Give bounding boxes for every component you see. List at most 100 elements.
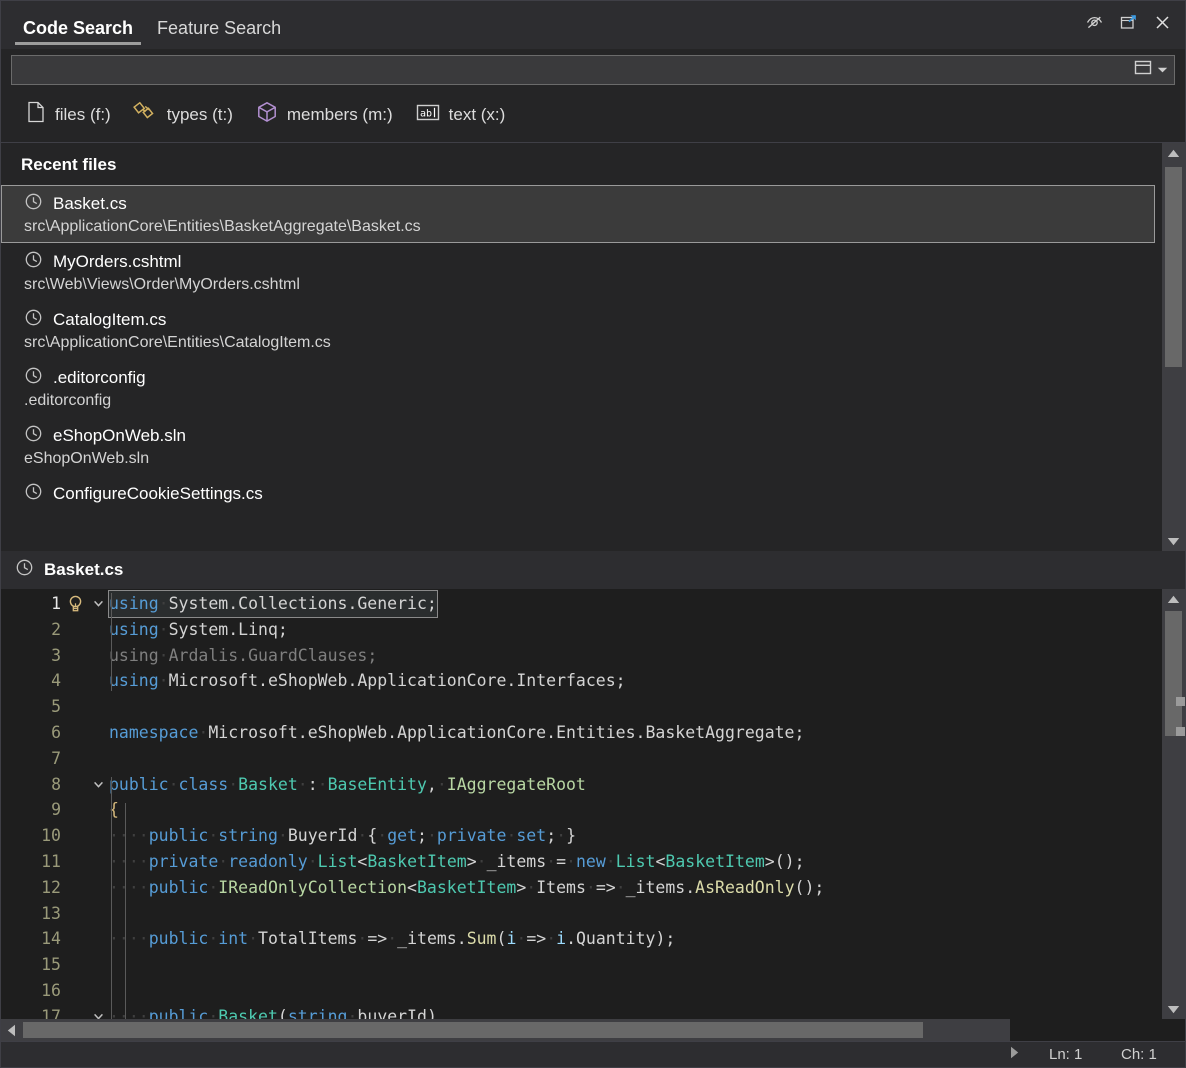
hide-preview-button[interactable] bbox=[1079, 11, 1109, 39]
list-item[interactable]: CatalogItem.cs src\ApplicationCore\Entit… bbox=[1, 301, 1155, 359]
list-item[interactable]: eShopOnWeb.sln eShopOnWeb.sln bbox=[1, 417, 1155, 475]
code-hscroll-track[interactable] bbox=[21, 1019, 1010, 1041]
code-line[interactable]: 3using·Ardalis.GuardClauses; bbox=[1, 643, 1162, 669]
filter-chip-members[interactable]: members (m:) bbox=[251, 97, 403, 132]
gutter-glyph-slot bbox=[63, 978, 87, 1004]
filter-chip-files[interactable]: files (f:) bbox=[21, 97, 121, 132]
code-line-text: ····public·Basket(string·buyerId) bbox=[109, 1004, 1162, 1019]
recent-files-scroll-track[interactable] bbox=[1162, 163, 1185, 531]
indent-guide bbox=[125, 803, 126, 1019]
code-scroll-left-button[interactable] bbox=[1, 1019, 21, 1041]
line-number: 8 bbox=[1, 772, 63, 798]
code-lines: 1 using·System.Collections.Generic;2using… bbox=[1, 589, 1162, 1019]
fold-toggle-icon[interactable] bbox=[87, 591, 109, 617]
scroll-down-button[interactable] bbox=[1162, 531, 1185, 551]
line-number: 1 bbox=[1, 591, 63, 617]
code-horizontal-scrollbar[interactable] bbox=[1, 1019, 1010, 1041]
tab-feature-search[interactable]: Feature Search bbox=[145, 6, 293, 49]
fold-slot bbox=[87, 849, 109, 875]
code-line[interactable]: 12····public·IReadOnlyCollection<BasketI… bbox=[1, 875, 1162, 901]
recent-files-scroll-thumb[interactable] bbox=[1165, 167, 1182, 367]
code-line[interactable]: 7 bbox=[1, 746, 1162, 772]
tab-code-search[interactable]: Code Search bbox=[11, 6, 145, 49]
code-scroll-up-button[interactable] bbox=[1162, 589, 1185, 609]
code-line-text: using·System.Collections.Generic; bbox=[109, 591, 1162, 617]
code-line[interactable]: 2using·System.Linq; bbox=[1, 617, 1162, 643]
text-ab-icon: ab bbox=[415, 102, 441, 128]
code-line[interactable]: 15 bbox=[1, 952, 1162, 978]
filter-chip-text[interactable]: ab text (x:) bbox=[411, 99, 516, 131]
svg-text:ab: ab bbox=[420, 108, 432, 119]
gutter-glyph-slot bbox=[63, 926, 87, 952]
list-item[interactable]: MyOrders.cshtml src\Web\Views\Order\MyOr… bbox=[1, 243, 1155, 301]
code-line[interactable]: 6 namespace·Microsoft.eShopWeb.Applicatio… bbox=[1, 720, 1162, 746]
code-line[interactable]: 8 public·class·Basket·:·BaseEntity,·IAggr… bbox=[1, 772, 1162, 798]
fold-slot bbox=[87, 823, 109, 849]
list-item[interactable]: Basket.cs src\ApplicationCore\Entities\B… bbox=[1, 185, 1155, 243]
fold-slot bbox=[87, 746, 109, 772]
code-hscroll-thumb[interactable] bbox=[23, 1022, 923, 1038]
file-preview-pane: Basket.cs 1using·System.Collections.Gene… bbox=[1, 551, 1185, 1067]
line-number: 7 bbox=[1, 746, 63, 772]
search-scope-button[interactable] bbox=[1127, 57, 1172, 83]
clock-icon bbox=[24, 366, 43, 390]
line-number: 3 bbox=[1, 643, 63, 669]
filter-chip-text-label: text (x:) bbox=[449, 105, 506, 125]
code-vertical-scrollbar[interactable] bbox=[1162, 589, 1185, 1019]
line-number: 12 bbox=[1, 875, 63, 901]
list-item-path: src\ApplicationCore\Entities\CatalogItem… bbox=[2, 334, 1154, 352]
list-item-name: MyOrders.cshtml bbox=[53, 252, 181, 272]
line-number: 14 bbox=[1, 926, 63, 952]
code-line[interactable]: 13 bbox=[1, 901, 1162, 927]
scroll-up-button[interactable] bbox=[1162, 143, 1185, 163]
list-item[interactable]: ConfigureCookieSettings.cs bbox=[1, 475, 1155, 513]
clock-icon bbox=[24, 308, 43, 332]
code-line[interactable]: 5 bbox=[1, 694, 1162, 720]
line-number: 11 bbox=[1, 849, 63, 875]
close-button[interactable] bbox=[1147, 11, 1177, 39]
code-scroll-thumb[interactable] bbox=[1165, 611, 1182, 736]
clock-icon bbox=[15, 558, 34, 582]
code-line[interactable]: 10····public·string·BuyerId·{·get;·priva… bbox=[1, 823, 1162, 849]
list-item-name: eShopOnWeb.sln bbox=[53, 426, 186, 446]
gutter-glyph-slot bbox=[63, 1004, 87, 1019]
gutter-glyph-slot bbox=[63, 952, 87, 978]
code-line[interactable]: 16 bbox=[1, 978, 1162, 1004]
code-line[interactable]: 1 using·System.Collections.Generic; bbox=[1, 591, 1162, 617]
lightbulb-icon[interactable] bbox=[63, 591, 87, 617]
list-item-path: eShopOnWeb.sln bbox=[2, 450, 1154, 468]
code-line[interactable]: 14····public·int·TotalItems·=>·_items.Su… bbox=[1, 926, 1162, 952]
list-item-name: .editorconfig bbox=[53, 368, 146, 388]
code-line[interactable]: 17····public·Basket(string·buyerId) bbox=[1, 1004, 1162, 1019]
fold-toggle-icon[interactable] bbox=[87, 1004, 109, 1019]
filter-chip-types[interactable]: types (t:) bbox=[129, 97, 243, 132]
list-item[interactable]: .editorconfig .editorconfig bbox=[1, 359, 1155, 417]
members-cube-icon bbox=[255, 100, 279, 129]
code-annotation-marker bbox=[1176, 727, 1185, 736]
recent-files-list[interactable]: Basket.cs src\ApplicationCore\Entities\B… bbox=[1, 185, 1185, 551]
code-viewport[interactable]: 1 using·System.Collections.Generic;2using… bbox=[1, 589, 1162, 1019]
list-item-name: ConfigureCookieSettings.cs bbox=[53, 484, 263, 504]
code-line[interactable]: 4using·Microsoft.eShopWeb.ApplicationCor… bbox=[1, 668, 1162, 694]
code-scroll-right-button[interactable] bbox=[1002, 1046, 1027, 1063]
close-icon bbox=[1153, 13, 1172, 37]
gutter-glyph-slot bbox=[63, 875, 87, 901]
recent-files-scrollbar[interactable] bbox=[1162, 143, 1185, 551]
search-input[interactable] bbox=[18, 57, 1127, 83]
code-scroll-track[interactable] bbox=[1162, 609, 1185, 999]
open-in-new-window-button[interactable] bbox=[1113, 11, 1143, 39]
code-editor[interactable]: 1 using·System.Collections.Generic;2using… bbox=[1, 589, 1185, 1041]
filter-chip-members-label: members (m:) bbox=[287, 105, 393, 125]
fold-toggle-icon[interactable] bbox=[87, 772, 109, 798]
window-layout-icon bbox=[1133, 59, 1153, 81]
line-number: 6 bbox=[1, 720, 63, 746]
code-scroll-down-button[interactable] bbox=[1162, 999, 1185, 1019]
code-line-text: namespace·Microsoft.eShopWeb.Application… bbox=[109, 720, 1162, 746]
code-line-text: using·Microsoft.eShopWeb.ApplicationCore… bbox=[109, 668, 1162, 694]
code-line-text: public·class·Basket·:·BaseEntity,·IAggre… bbox=[109, 772, 1162, 798]
tab-strip: Code Search Feature Search bbox=[1, 1, 293, 49]
code-line[interactable]: 9{ bbox=[1, 797, 1162, 823]
search-box[interactable] bbox=[11, 55, 1175, 85]
code-line[interactable]: 11····private·readonly·List<BasketItem>·… bbox=[1, 849, 1162, 875]
line-number: 9 bbox=[1, 797, 63, 823]
